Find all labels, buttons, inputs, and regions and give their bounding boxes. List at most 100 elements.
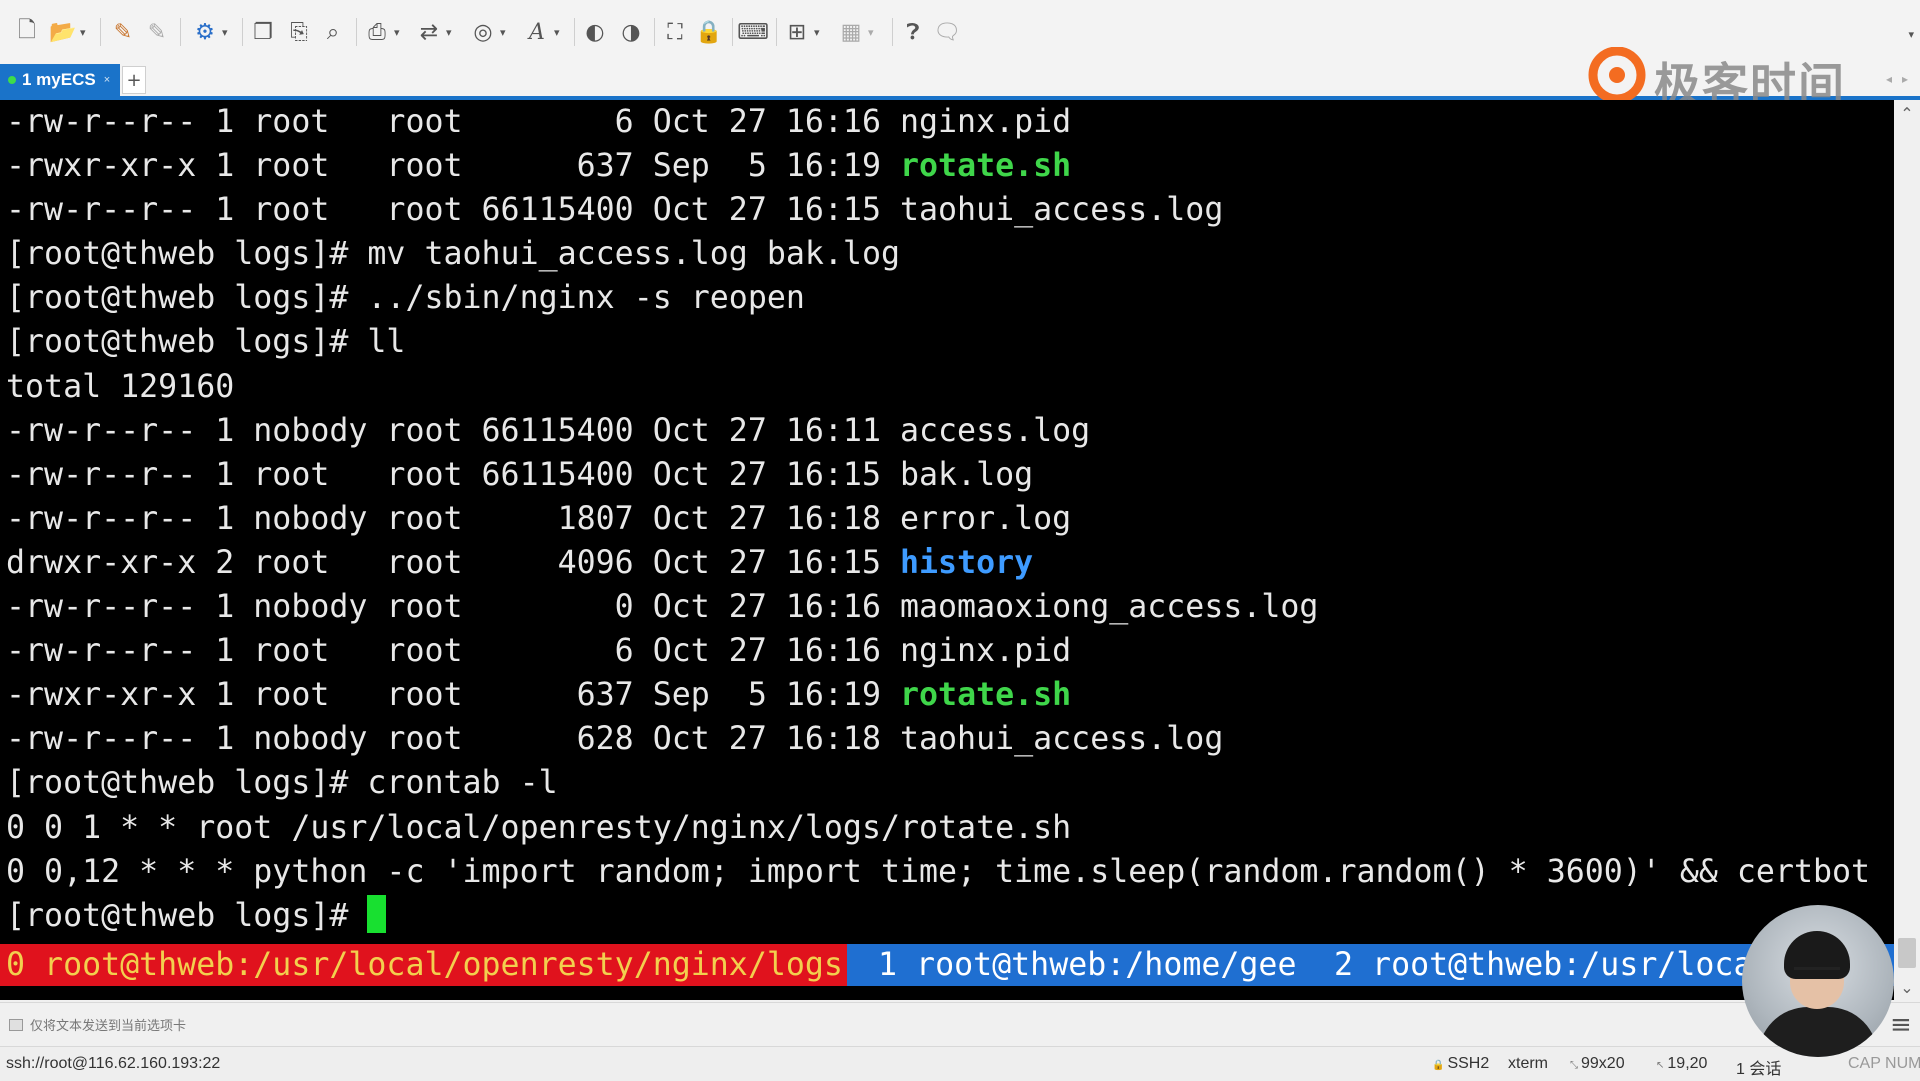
chevron-down-icon[interactable]: ▾ [80,26,86,39]
terminal-line: -rwxr-xr-x 1 root root 637 Sep 5 16:19 r… [6,144,1870,188]
tab-scroll-left-icon[interactable]: ◂ [1886,72,1892,86]
disconnect-icon: ✎ [147,19,167,45]
session-properties-button[interactable]: ⚙ ▾ [190,14,228,50]
terminal-line: -rw-r--r-- 1 nobody root 66115400 Oct 27… [6,409,1870,453]
terminal-line: -rw-r--r-- 1 nobody root 0 Oct 27 16:16 … [6,585,1870,629]
font-button[interactable]: A ▾ [522,14,560,50]
paste-button[interactable]: ⎘ [284,14,314,50]
open-folder-icon: 📂 [49,19,77,45]
terminal-size: ⤡ 99x20 [1570,1055,1625,1073]
help-button[interactable]: ❓︎ [898,14,928,50]
font-icon: A [529,19,545,45]
webcam-overlay [1742,905,1894,1057]
hamburger-menu-icon[interactable]: ≡ [1890,1012,1912,1038]
terminal-line: [root@thweb logs]# mv taohui_access.log … [6,232,1870,276]
terminal-text: -rw-r--r-- 1 root root 66115400 Oct 27 1… [6,192,1224,229]
open-session-button[interactable]: 📂 ▾ [48,14,86,50]
terminal-text: total 129160 [6,368,235,405]
new-session-icon: 🗋 [18,18,36,43]
print-button[interactable]: ⎙ ▾ [362,14,400,50]
terminal-line: [root@thweb logs]# crontab -l [6,761,1870,805]
tmux-window-0[interactable]: 0 root@thweb:/usr/local/openresty/nginx/… [0,944,847,986]
terminal-line: -rw-r--r-- 1 root root 66115400 Oct 27 1… [6,453,1870,497]
protocol-status: 🔒 SSH2 [1432,1055,1489,1073]
connect-icon: ✎ [113,19,133,45]
terminal-text: -rwxr-xr-x 1 root root 637 Sep 5 16:19 [6,677,900,714]
terminal-text: 0 0 1 * * root /usr/local/openresty/ngin… [6,809,1072,846]
chevron-down-icon[interactable]: ▾ [446,26,452,39]
layout-button[interactable]: ▦ ▾ [836,14,874,50]
find-icon: ⌕ [326,19,340,45]
terminal-text: -rw-r--r-- 1 root root 6 Oct 27 16:16 ng… [6,633,1072,670]
terminal-text: [root@thweb logs]# crontab -l [6,765,558,802]
shell-prompt: [root@thweb logs]# [6,897,368,934]
help-icon: ❓︎ [906,19,920,45]
executable-file-name: rotate.sh [900,677,1072,714]
lock-button[interactable]: 🔒 [694,14,724,50]
message-button[interactable]: 🗨 [932,14,962,50]
connected-status-icon [8,76,16,84]
chevron-down-icon[interactable]: ▾ [868,26,874,39]
script-button[interactable]: ◑ [616,14,646,50]
chevron-down-icon[interactable]: ▾ [500,26,506,39]
tmux-window-2[interactable]: 2 root@thweb:/usr/local [1334,944,1771,986]
scroll-down-icon[interactable]: ⌄ [1894,974,1920,1000]
terminal-area[interactable]: -rw-r--r-- 1 root root 6 Oct 27 16:16 ng… [0,100,1894,1000]
terminal-scrollbar[interactable]: ⌃ ⌄ [1894,100,1920,1000]
new-tab-icon: ⊞ [787,19,807,45]
tab-label: 1 myECS [22,70,96,89]
terminal-line: [root@thweb logs]# ../sbin/nginx -s reop… [6,276,1870,320]
resize-icon: ⤡ [1570,1060,1578,1071]
presenter-glasses [1794,967,1840,982]
transfer-button[interactable]: ⇄ ▾ [414,14,452,50]
directory-name: history [900,544,1034,581]
message-icon: 🗨 [933,19,961,45]
color-scheme-button[interactable]: ◐ [580,14,610,50]
globe-icon: ◎ [473,19,493,45]
terminal-line: -rw-r--r-- 1 nobody root 628 Oct 27 16:1… [6,717,1870,761]
terminal-type: xterm [1508,1055,1548,1072]
copy-button[interactable]: ❐ [248,14,278,50]
terminal-line: -rw-r--r-- 1 root root 6 Oct 27 16:16 ng… [6,629,1870,673]
script-icon: ◑ [621,19,641,45]
scrollbar-thumb[interactable] [1898,938,1916,968]
add-tab-button[interactable]: + [122,66,146,94]
chevron-down-icon[interactable]: ▾ [222,26,228,39]
terminal-line: [root@thweb logs]# ll [6,320,1870,364]
send-text-bar[interactable]: 仅将文本发送到当前选项卡 ≡ [0,1002,1920,1047]
tmux-status-bar: 0 root@thweb:/usr/local/openresty/nginx/… [0,944,1894,986]
terminal-text: -rwxr-xr-x 1 root root 637 Sep 5 16:19 [6,148,900,185]
prompt-line[interactable]: [root@thweb logs]# [6,894,1870,938]
chevron-down-icon[interactable]: ▾ [394,26,400,39]
keyboard-icon: ⌨ [737,19,769,45]
terminal-line: -rw-r--r-- 1 root root 6 Oct 27 16:16 ng… [6,100,1870,144]
scroll-up-icon[interactable]: ⌃ [1894,100,1920,126]
chevron-down-icon[interactable]: ▾ [814,26,820,39]
terminal-line: 0 0,12 * * * python -c 'import random; i… [6,850,1870,894]
toolbar-overflow-icon[interactable]: ▾ [1908,28,1914,41]
globe-button[interactable]: ◎ ▾ [468,14,506,50]
chevron-down-icon[interactable]: ▾ [554,26,560,39]
fullscreen-icon: ⛶ [667,19,683,45]
disconnect-button[interactable]: ✎ [142,14,172,50]
status-bar: ssh://root@116.62.160.193:22 🔒 SSH2 xterm… [0,1046,1920,1081]
tab-scroll-right-icon[interactable]: ▸ [1902,72,1908,86]
terminal-line: -rw-r--r-- 1 nobody root 1807 Oct 27 16:… [6,497,1870,541]
new-session-button[interactable]: 🗋 [12,14,42,50]
lock-small-icon: 🔒 [1432,1060,1445,1071]
new-tab-button[interactable]: ⊞ ▾ [782,14,820,50]
tab-close-icon[interactable]: × [104,74,110,86]
tab-myecs[interactable]: 1 myECS × [0,64,120,96]
terminal-size-label: 99x20 [1581,1055,1625,1072]
tmux-window-1[interactable]: 1 root@thweb:/home/gee [878,944,1296,986]
connect-button[interactable]: ✎ [108,14,138,50]
copy-icon: ❐ [253,19,273,45]
send-text-label: 仅将文本发送到当前选项卡 [30,1019,187,1034]
find-button[interactable]: ⌕ [318,14,348,50]
send-text-icon [9,1019,23,1031]
cursor-position-label: 19,20 [1667,1055,1708,1072]
keyboard-button[interactable]: ⌨ [737,14,769,50]
terminal-line: -rw-r--r-- 1 root root 66115400 Oct 27 1… [6,188,1870,232]
terminal-text: -rw-r--r-- 1 nobody root 66115400 Oct 27… [6,412,1091,449]
fullscreen-button[interactable]: ⛶ [660,14,690,50]
